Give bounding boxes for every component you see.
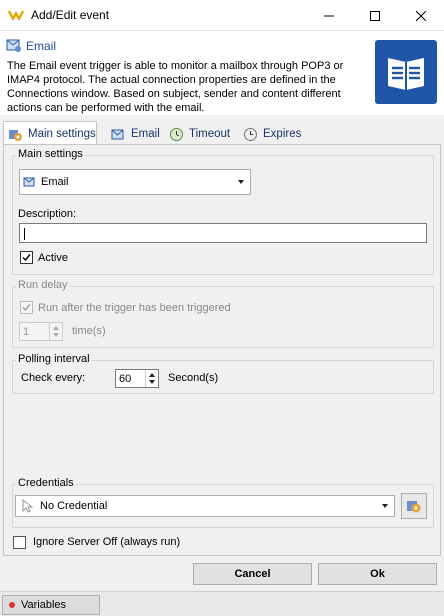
cancel-button[interactable]: Cancel: [193, 563, 312, 585]
tab-email[interactable]: Email: [107, 123, 161, 145]
stepper-buttons[interactable]: [49, 323, 62, 340]
header-panel: Email The Email event trigger is able to…: [0, 31, 444, 115]
header-description: The Email event trigger is able to monit…: [7, 60, 344, 114]
group-label: Polling interval: [16, 353, 92, 365]
credential-icon: [22, 499, 34, 513]
email-trigger-icon: [6, 39, 21, 52]
ok-button[interactable]: Ok: [318, 563, 437, 585]
credential-value: No Credential: [40, 500, 108, 512]
run-after-label: Run after the trigger has been triggered: [38, 302, 231, 314]
trigger-type-select[interactable]: Email: [19, 169, 251, 195]
timeout-icon: [170, 127, 183, 141]
group-label: Main settings: [16, 148, 85, 160]
gear-icon: [9, 129, 22, 141]
tab-label: Main settings: [28, 128, 96, 140]
description-label: Description:: [18, 208, 77, 220]
window-title: Add/Edit event: [31, 8, 110, 22]
tab-label: Timeout: [189, 128, 231, 140]
active-label: Active: [38, 252, 68, 264]
maximize-button[interactable]: [352, 0, 398, 31]
title-bar: Add/Edit event: [0, 0, 444, 31]
times-label: time(s): [72, 325, 106, 337]
close-icon: [416, 10, 426, 21]
settings-gear-icon: [407, 501, 421, 513]
app-logo-icon: [8, 10, 24, 21]
seconds-label: Second(s): [168, 372, 219, 384]
group-label: Run delay: [16, 279, 70, 291]
times-stepper[interactable]: 1: [19, 322, 63, 341]
email-trigger-icon: [23, 177, 35, 187]
text-caret: [24, 228, 25, 240]
check-every-label: Check every:: [21, 372, 86, 384]
tab-timeout[interactable]: Timeout: [165, 123, 233, 145]
minimize-icon: [324, 15, 334, 16]
run-after-checkbox[interactable]: [20, 301, 33, 314]
credentials-settings-button[interactable]: [401, 493, 427, 519]
tab-expires[interactable]: Expires: [239, 123, 303, 145]
tab-label: Email: [131, 128, 160, 140]
stepper-buttons[interactable]: [145, 370, 158, 387]
status-bar: Variables: [0, 591, 444, 616]
times-value: 1: [23, 326, 30, 338]
email-icon: [111, 129, 124, 139]
variables-button[interactable]: Variables: [2, 595, 100, 615]
close-button[interactable]: [398, 0, 444, 31]
minimize-button[interactable]: [306, 0, 352, 31]
document-lines-icon: [375, 40, 437, 104]
checkmark-icon: [22, 304, 31, 312]
credential-select[interactable]: No Credential: [15, 495, 395, 517]
tab-main-settings[interactable]: Main settings: [3, 121, 97, 146]
checkmark-icon: [22, 254, 31, 262]
chevron-down-icon: [382, 504, 388, 508]
tab-label: Expires: [263, 128, 302, 140]
trigger-type-value: Email: [41, 176, 69, 188]
page-title: Email: [26, 39, 57, 53]
variables-icon: [9, 602, 15, 608]
credentials-group: Credentials No Credential: [12, 477, 434, 528]
run-delay-group: Run delay Run after the trigger has been…: [12, 279, 434, 348]
description-field[interactable]: [19, 223, 427, 243]
polling-interval-group: Polling interval Check every: 60 Second(…: [12, 353, 434, 394]
polling-value: 60: [119, 373, 132, 385]
expires-icon: [244, 127, 257, 141]
main-settings-group: Main settings Email Description: Active: [12, 148, 434, 275]
group-label: Credentials: [16, 477, 76, 489]
tab-panel-main-settings: Main settings Email Description: Active …: [3, 144, 441, 556]
chevron-down-icon: [238, 180, 244, 184]
ignore-server-off-label: Ignore Server Off (always run): [33, 536, 181, 548]
maximize-icon: [370, 10, 380, 21]
active-checkbox[interactable]: [20, 251, 33, 264]
variables-label: Variables: [21, 599, 67, 611]
tab-strip: Main settings Email Timeout Expires: [3, 121, 441, 146]
polling-interval-stepper[interactable]: 60: [115, 369, 159, 388]
ignore-server-off-checkbox[interactable]: [13, 536, 26, 549]
